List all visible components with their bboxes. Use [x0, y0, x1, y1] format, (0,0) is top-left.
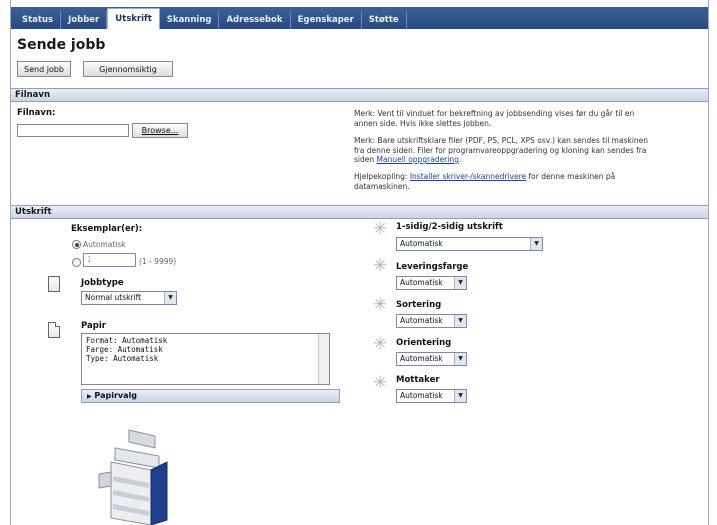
- orientation-value: Automatisk: [400, 354, 443, 363]
- chevron-down-icon: ▼: [164, 292, 176, 304]
- collation-value: Automatisk: [400, 316, 443, 325]
- reset-button[interactable]: Gjennomsiktig: [83, 61, 173, 77]
- note-end: .: [458, 155, 462, 164]
- chevron-down-icon: ▼: [454, 277, 466, 289]
- print-ready-files-note: Merk: Bare utskriftsklare filer (PDF, PS…: [354, 136, 654, 165]
- copies-auto-radio[interactable]: [72, 240, 81, 249]
- filename-label: Filnavn:: [17, 108, 56, 118]
- output-color-label: Leveringsfarge: [396, 262, 469, 272]
- paper-type-line: Type: Automatisk: [86, 354, 159, 363]
- tab-egenskaper[interactable]: Egenskaper: [291, 11, 362, 29]
- install-driver-link[interactable]: Installer skriver-/skannedrivere: [410, 172, 526, 181]
- output-color-select[interactable]: Automatisk ▼: [396, 276, 467, 290]
- sided-value: Automatisk: [400, 239, 443, 248]
- orientation-select[interactable]: Automatisk ▼: [396, 352, 467, 366]
- help-prefix: Hjelpekopling:: [354, 172, 408, 181]
- copies-auto-label: Automatisk: [83, 240, 126, 249]
- browse-button[interactable]: Browse...: [132, 123, 188, 138]
- job-type-label: Jobbtype: [81, 278, 124, 288]
- file-path-input[interactable]: [17, 124, 129, 137]
- copies-input[interactable]: 1: [83, 253, 136, 267]
- tab-bar: Status Jobber Utskrift Skanning Adresseb…: [11, 7, 708, 29]
- orientation-label: Orientering: [396, 338, 452, 348]
- destination-value: Automatisk: [400, 391, 443, 400]
- asterisk-icon: ✳: [373, 256, 388, 276]
- help-link-text: Hjelpekopling: Installer skriver-/skanne…: [354, 172, 654, 191]
- page-title: Sende jobb: [17, 37, 106, 53]
- job-type-value: Normal utskrift: [85, 293, 142, 302]
- copies-manual-radio[interactable]: [72, 258, 81, 267]
- tab-adressebok[interactable]: Adressebok: [219, 11, 291, 29]
- tab-stotte[interactable]: Støtte: [362, 11, 407, 29]
- paper-summary-textarea[interactable]: Format: Automatisk Farge: Automatisk Typ…: [81, 333, 330, 385]
- main-frame: Status Jobber Utskrift Skanning Adresseb…: [10, 0, 709, 525]
- chevron-down-icon: ▼: [454, 353, 466, 365]
- output-color-value: Automatisk: [400, 278, 443, 287]
- paper-icon: [48, 322, 60, 338]
- send-job-button[interactable]: Send jobb: [17, 61, 71, 77]
- tab-utskrift[interactable]: Utskrift: [107, 8, 160, 29]
- tab-skanning[interactable]: Skanning: [160, 11, 220, 29]
- manual-upgrade-link[interactable]: Manuell oppgradering: [377, 155, 459, 164]
- paper-options-label: Papirvalg: [94, 391, 137, 400]
- paper-options-toggle[interactable]: ▶ Papirvalg: [81, 389, 340, 403]
- paper-color-line: Farge: Automatisk: [86, 345, 163, 354]
- tab-status[interactable]: Status: [15, 11, 62, 29]
- asterisk-icon: ✳: [373, 295, 388, 315]
- triangle-right-icon: ▶: [87, 393, 92, 400]
- send-confirmation-note: Merk: Vent til vinduet for bekreftning a…: [354, 109, 635, 128]
- job-type-icon: [48, 276, 60, 292]
- job-type-select[interactable]: Normal utskrift ▼: [81, 291, 177, 305]
- collation-label: Sortering: [396, 300, 442, 310]
- destination-label: Mottaker: [396, 375, 440, 385]
- paper-label: Papir: [81, 321, 106, 331]
- tab-jobber[interactable]: Jobber: [61, 11, 108, 29]
- textarea-scrollbar[interactable]: [318, 334, 329, 384]
- destination-select[interactable]: Automatisk ▼: [396, 389, 467, 403]
- asterisk-icon: ✳: [373, 334, 388, 354]
- printer-illustration: [98, 429, 168, 525]
- asterisk-icon: ✳: [373, 373, 388, 393]
- copies-range: (1 - 9999): [139, 257, 177, 266]
- chevron-down-icon: ▼: [530, 238, 542, 250]
- chevron-down-icon: ▼: [454, 390, 466, 402]
- chevron-down-icon: ▼: [454, 315, 466, 327]
- paper-format-line: Format: Automatisk: [86, 336, 168, 345]
- collation-select[interactable]: Automatisk ▼: [396, 314, 467, 328]
- sided-select[interactable]: Automatisk ▼: [396, 237, 543, 251]
- sided-label: 1-sidig/2-sidig utskrift: [396, 222, 503, 232]
- print-section-header: Utskrift: [11, 205, 708, 219]
- copies-label: Eksemplar(er):: [71, 224, 143, 234]
- asterisk-icon: ✳: [373, 219, 388, 239]
- filename-section-header: Filnavn: [11, 88, 708, 102]
